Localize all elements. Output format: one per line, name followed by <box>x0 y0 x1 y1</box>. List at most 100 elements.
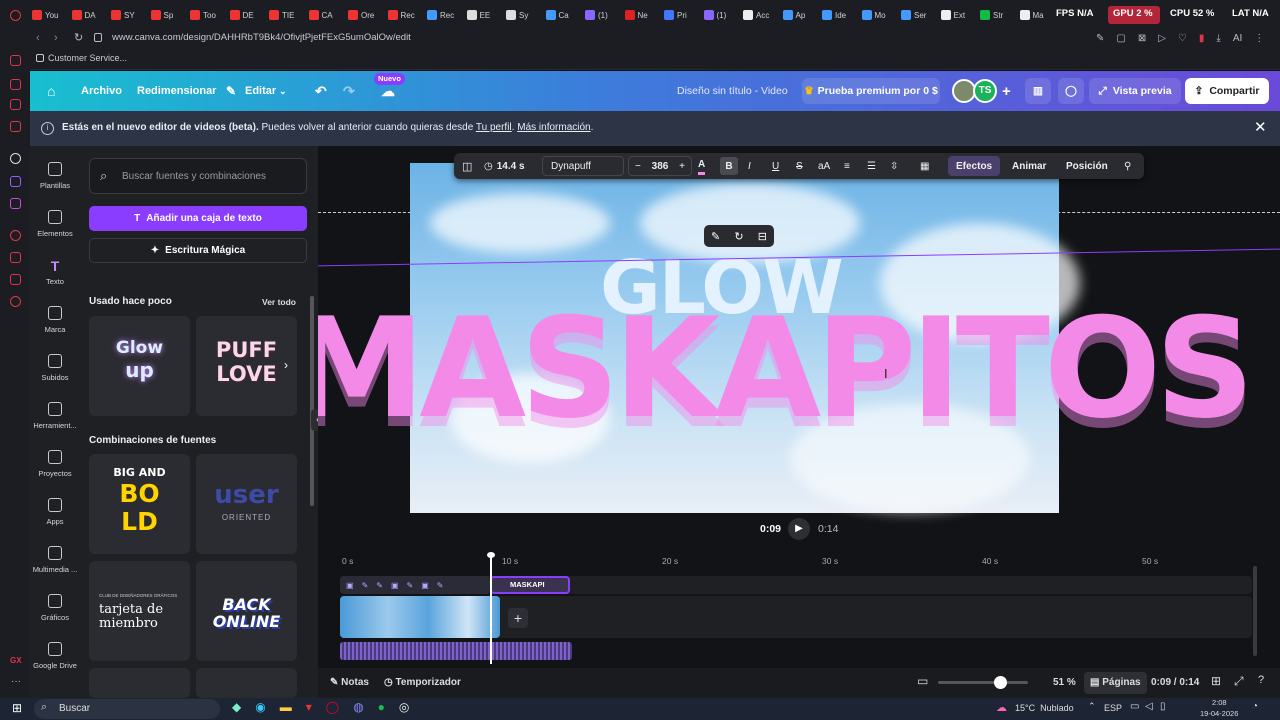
archivo-menu[interactable]: Archivo <box>81 71 122 111</box>
volume-icon[interactable]: ◁ <box>1145 701 1153 712</box>
browser-tab[interactable]: Str <box>980 6 1016 24</box>
transparency-icon[interactable]: ▦ <box>920 153 929 179</box>
browser-tab[interactable]: DA <box>71 6 108 24</box>
maskapitos-clip[interactable]: MASKAPI <box>490 576 570 594</box>
screenshot-icon[interactable]: ▢ <box>1116 33 1125 44</box>
browser-tab[interactable]: Ap <box>782 6 819 24</box>
browser-tab[interactable]: TIE <box>269 6 305 24</box>
strikethrough-icon[interactable]: S <box>796 153 803 179</box>
browser-tab[interactable]: DE <box>229 6 266 24</box>
minus-icon[interactable]: − <box>635 161 641 172</box>
font-card[interactable] <box>196 668 297 698</box>
gx-icon[interactable]: GX <box>10 656 22 665</box>
zoom-level[interactable]: 51 % <box>1053 677 1076 688</box>
magic-edit-icon[interactable]: ✎ <box>711 230 720 243</box>
panel-scrollbar[interactable] <box>310 296 314 506</box>
browser-tab[interactable]: Ide <box>822 6 858 24</box>
design-title[interactable]: Diseño sin título - Video <box>677 71 788 111</box>
heart-icon[interactable]: ♡ <box>1178 33 1187 44</box>
mas-informacion-link[interactable]: Más información <box>517 122 590 133</box>
instagram-icon[interactable] <box>10 198 21 209</box>
browser-tab[interactable]: Rec <box>387 6 424 24</box>
sidebar-item-templates[interactable]: Plantillas <box>30 162 80 190</box>
network-icon[interactable]: ▭ <box>1130 701 1139 712</box>
opera-icon[interactable]: ◯ <box>326 700 339 714</box>
play-button[interactable]: ▶ <box>788 518 810 540</box>
animar-button[interactable]: Animar <box>1012 153 1046 179</box>
app-icon[interactable]: ▾ <box>306 700 312 714</box>
comment-icon[interactable]: ◯ <box>1058 78 1084 104</box>
chevron-right-icon[interactable]: › <box>284 358 288 372</box>
align-icon[interactable]: ≡ <box>844 153 850 179</box>
browser-tab[interactable]: Mo <box>861 6 898 24</box>
maskapitos-text-element[interactable]: MASKAPITOS <box>318 300 1255 438</box>
sidebar-shortcut-icon[interactable] <box>10 79 21 90</box>
grid-view-icon[interactable]: ⊞ <box>1211 674 1221 688</box>
underline-icon[interactable]: U <box>772 153 779 179</box>
lock-icon[interactable]: ⊟ <box>758 230 767 243</box>
browser-tab[interactable]: Ne <box>624 6 661 24</box>
tu-perfil-link[interactable]: Tu perfil <box>476 122 512 133</box>
sidebar-icon[interactable]: ▮ <box>1199 33 1205 44</box>
premium-trial-button[interactable]: ♛ Prueba premium por 0 $ <box>802 78 940 104</box>
app-icon[interactable]: ◍ <box>353 700 363 714</box>
sidebar-shortcut-icon[interactable] <box>10 274 21 285</box>
fit-screen-icon[interactable]: ▭ <box>917 674 928 688</box>
duration-button[interactable]: ◷ 14.4 s <box>484 153 525 179</box>
sidebar-shortcut-icon[interactable] <box>10 230 21 241</box>
search-input[interactable]: ⌕ Buscar fuentes y combinaciones <box>89 158 307 194</box>
twitch-icon[interactable] <box>10 176 21 187</box>
sidebar-shortcut-icon[interactable] <box>10 55 21 66</box>
browser-tab[interactable]: Ore <box>348 6 384 24</box>
language-indicator[interactable]: ESP <box>1104 703 1122 713</box>
explorer-icon[interactable]: ▬ <box>280 700 292 714</box>
app-icon[interactable]: ◎ <box>399 700 409 714</box>
clock[interactable]: 2:08 <box>1212 698 1227 707</box>
edge-icon[interactable]: ◉ <box>255 700 265 714</box>
browser-tab[interactable]: You <box>32 6 68 24</box>
sidebar-item-apps[interactable]: Apps <box>30 498 80 526</box>
browser-tab[interactable]: (1) <box>703 6 740 24</box>
close-icon[interactable]: ✕ <box>1254 118 1267 136</box>
posicion-button[interactable]: Posición <box>1066 153 1108 179</box>
browser-tab[interactable]: Sp <box>150 6 187 24</box>
home-icon[interactable]: ⌂ <box>47 71 55 111</box>
undo-icon[interactable]: ↶ <box>315 71 327 111</box>
panel-toggle-icon[interactable]: ◫ <box>462 153 472 179</box>
browser-tab[interactable]: Ser <box>901 6 937 24</box>
playhead[interactable] <box>490 554 492 664</box>
editar-menu[interactable]: Editar <box>245 71 276 111</box>
avatar-initials[interactable]: TS <box>973 79 997 103</box>
font-card-user-oriented[interactable]: user ORIENTED <box>196 454 297 554</box>
download-icon[interactable]: ⤓ <box>1216 33 1220 44</box>
help-icon[interactable]: ? <box>1258 674 1264 686</box>
browser-tab[interactable]: SY <box>111 6 147 24</box>
redo-icon[interactable]: ↷ <box>343 71 355 111</box>
video-clip[interactable] <box>340 596 500 638</box>
add-collaborator-icon[interactable]: + <box>1002 71 1011 111</box>
vista-previa-button[interactable]: ⤢ Vista previa <box>1089 78 1181 104</box>
sidebar-item-text[interactable]: T Texto <box>30 258 80 286</box>
opera-logo-icon[interactable] <box>10 10 21 21</box>
settings-icon[interactable] <box>10 296 21 307</box>
playhead-handle[interactable] <box>487 552 495 558</box>
see-all-link[interactable]: Ver todo <box>262 297 296 307</box>
browser-tab[interactable]: Ca <box>545 6 582 24</box>
list-icon[interactable]: ☰ <box>867 153 876 179</box>
browser-tab[interactable]: Ma <box>1019 6 1056 24</box>
add-clip-button[interactable]: + <box>508 608 528 628</box>
sidebar-item-chart[interactable]: Gráficos <box>30 594 80 622</box>
zoom-slider[interactable] <box>938 676 1028 689</box>
text-color-icon[interactable]: A <box>698 157 706 175</box>
notes-button[interactable]: ✎ Notas <box>330 677 369 688</box>
insights-icon[interactable]: ▥ <box>1025 78 1051 104</box>
sidebar-item-elements[interactable]: Elementos <box>30 210 80 238</box>
audio-track[interactable] <box>340 642 572 660</box>
battery-icon[interactable]: ▯ <box>1160 701 1166 712</box>
pin-icon[interactable]: ✎ <box>1096 33 1104 44</box>
sidebar-shortcut-icon[interactable] <box>10 153 21 164</box>
forward-icon[interactable]: › <box>54 32 58 44</box>
fullscreen-icon[interactable]: ⤢ <box>1234 674 1244 689</box>
browser-tab[interactable]: (1) <box>585 6 621 24</box>
ai-icon[interactable]: AI <box>1233 33 1242 44</box>
